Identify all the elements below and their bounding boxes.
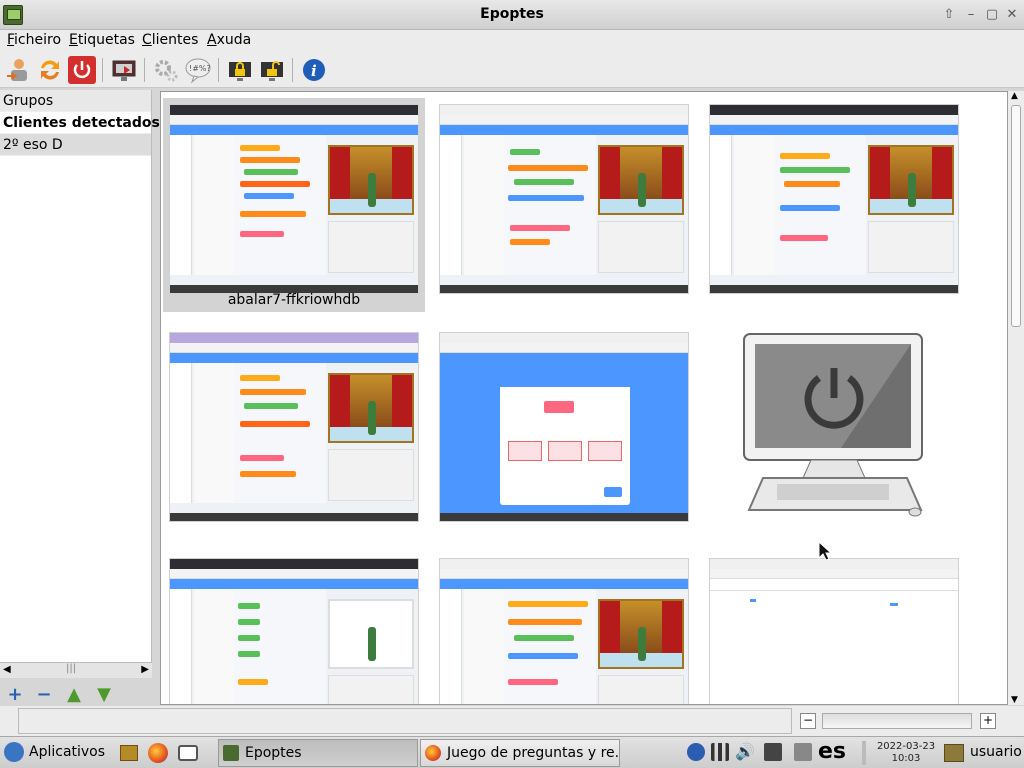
client-thumbnail-2[interactable] (439, 104, 689, 294)
user-name-label[interactable]: usuario (970, 744, 1022, 760)
sidebar-header-grupos: Grupos (0, 90, 151, 112)
task-firefox-quiz[interactable]: Juego de preguntas y re... (420, 739, 620, 767)
client-thumbnail-1[interactable] (169, 104, 419, 294)
volume-icon[interactable]: 🔊 (735, 743, 755, 761)
title-bar: Epoptes ⇧ – ▢ ✕ (0, 0, 1024, 30)
toolbar-separator (218, 58, 219, 82)
zoom-slider[interactable] (822, 713, 972, 729)
client-thumbnail-4[interactable] (169, 332, 419, 522)
maximize-button[interactable]: ▢ (983, 6, 1001, 24)
chat-icon[interactable] (178, 745, 198, 761)
task-epoptes[interactable]: Epoptes (218, 739, 418, 767)
status-bar: − + (0, 706, 1024, 736)
panel-meter (862, 741, 866, 765)
client-thumbnail-7[interactable] (439, 558, 689, 704)
scroll-right-icon[interactable]: ▶ (141, 664, 149, 675)
status-message-field (18, 708, 792, 734)
svg-text:i: i (311, 62, 317, 80)
remove-group-button[interactable]: − (34, 684, 54, 705)
scroll-left-icon[interactable]: ◀ (3, 664, 11, 675)
move-group-up-icon[interactable]: ▲ (64, 684, 84, 705)
user-login-icon[interactable] (5, 56, 33, 84)
apps-menu-icon[interactable] (4, 742, 24, 762)
refresh-icon[interactable] (36, 56, 64, 84)
unlock-screen-icon[interactable] (258, 56, 286, 84)
shade-up-icon[interactable]: ⇧ (940, 6, 958, 24)
offline-computer-icon (743, 333, 923, 517)
epoptes-task-icon (223, 745, 239, 761)
toolbar-separator (102, 58, 103, 82)
keyboard-layout-indicator[interactable]: es (818, 739, 846, 764)
toolbar-separator (144, 58, 145, 82)
firefox-icon[interactable] (148, 743, 168, 763)
scroll-grip-icon[interactable]: ||| (66, 663, 76, 674)
sidebar-item-detected-clients[interactable]: Clientes detectados (0, 112, 160, 134)
toolbar-separator (292, 58, 293, 82)
zoom-in-button[interactable]: + (980, 713, 996, 729)
sidebar-horizontal-scrollbar[interactable]: ◀ ||| ▶ (0, 662, 152, 678)
groups-sidebar: Grupos Clientes detectados 2º eso D (0, 90, 160, 678)
scroll-up-icon[interactable]: ▲ (1011, 91, 1018, 101)
monitor-broadcast-icon[interactable] (110, 56, 138, 84)
apps-menu-label[interactable]: Aplicativos (29, 744, 105, 760)
client-thumbnail-8[interactable] (709, 558, 959, 704)
zoom-out-button[interactable]: − (800, 713, 816, 729)
scroll-down-icon[interactable]: ▼ (1011, 695, 1018, 705)
menu-ficheiro[interactable]: Ficheiro (7, 32, 61, 48)
lock-screen-icon[interactable] (226, 56, 254, 84)
bluetooth-icon[interactable] (687, 743, 705, 761)
mouse-cursor-icon (818, 541, 832, 561)
toolbar: !#%? i (0, 52, 1024, 88)
client-caption: abalar7-ffkriowhdb (227, 292, 361, 308)
scrollbar-thumb[interactable] (1011, 105, 1021, 327)
client-thumbnails-grid: abalar7-ffkriowhdb (160, 91, 1008, 705)
desktop-taskbar: Aplicativos Epoptes Juego de preguntas y… (0, 736, 1024, 768)
network-signal-icon[interactable] (711, 743, 729, 761)
clock[interactable]: 2022-03-23 10:03 (876, 741, 936, 765)
sidebar-item-group-2eso-d[interactable]: 2º eso D (0, 134, 151, 156)
menu-clientes[interactable]: Clientes (142, 32, 198, 48)
close-button[interactable]: ✕ (1003, 6, 1021, 24)
add-group-button[interactable]: + (5, 684, 25, 705)
grid-vertical-scrollbar[interactable]: ▲ ▼ (1008, 91, 1024, 705)
move-group-down-icon[interactable]: ▼ (94, 684, 114, 705)
client-thumbnail-5[interactable] (439, 332, 689, 522)
offline-client-computer[interactable] (741, 332, 925, 518)
client-thumbnail-6[interactable] (169, 558, 419, 704)
file-manager-icon[interactable] (120, 745, 138, 761)
screenshot-icon[interactable] (764, 743, 782, 761)
group-actions: + − ▲ ▼ (0, 680, 152, 706)
user-avatar-icon[interactable] (944, 744, 964, 762)
firefox-task-icon (425, 745, 441, 761)
message-bubble-icon[interactable]: !#%? (184, 56, 212, 84)
svg-text:!#%?: !#%? (189, 64, 211, 73)
menu-etiquetas[interactable]: Etiquetas (69, 32, 135, 48)
menu-bar: Ficheiro Etiquetas Clientes Axuda (0, 30, 1024, 52)
dialog-preview (500, 375, 630, 505)
window-title: Epoptes (480, 6, 544, 22)
info-icon[interactable]: i (300, 56, 328, 84)
client-thumbnail-3[interactable] (709, 104, 959, 294)
removable-drive-icon[interactable] (794, 743, 812, 761)
menu-axuda[interactable]: Axuda (207, 32, 251, 48)
settings-gears-icon[interactable] (152, 56, 180, 84)
power-icon[interactable] (68, 56, 96, 84)
minimize-button[interactable]: – (962, 6, 980, 24)
